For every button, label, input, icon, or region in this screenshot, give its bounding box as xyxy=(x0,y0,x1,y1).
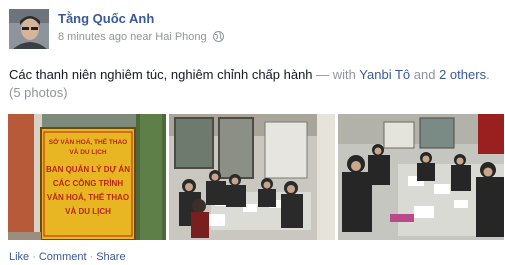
tag-period: . xyxy=(486,67,490,82)
tag-and: and xyxy=(413,67,436,82)
tagged-others-link[interactable]: 2 others xyxy=(439,67,486,82)
photo-count: (5 photos) xyxy=(9,85,68,100)
tagged-friend-link[interactable]: Yanbi Tô xyxy=(359,67,410,82)
sign-line-6: VÀ DU LỊCH xyxy=(65,207,111,216)
comment-link[interactable]: Comment xyxy=(39,251,87,263)
avatar[interactable] xyxy=(9,9,49,49)
author-name[interactable]: Tằng Quốc Anh xyxy=(58,11,154,26)
action-separator: · xyxy=(89,251,94,263)
sign-line-3: BAN QUẢN LÝ DỰ ÁN xyxy=(46,165,130,174)
sign-line-5: VĂN HOÁ, THỂ THAO xyxy=(47,193,129,202)
photo-sign[interactable]: SỞ VĂN HOÁ, THỂ THAO VÀ DU LỊCH BAN QUẢN… xyxy=(8,114,166,240)
photo-meeting-2[interactable] xyxy=(338,114,504,240)
post-meta: 8 minutes ago near Hai Phong xyxy=(58,31,224,45)
like-link[interactable]: Like xyxy=(9,251,29,263)
sign-line-4: CÁC CÔNG TRÌNH xyxy=(53,179,123,188)
feed-post: Tằng Quốc Anh 8 minutes ago near Hai Pho… xyxy=(0,0,505,265)
post-timestamp[interactable]: 8 minutes ago xyxy=(58,31,127,43)
post-text: Các thanh niên nghiêm túc, nghiêm chỉnh … xyxy=(9,66,499,102)
sign-line-2: VÀ DU LỊCH xyxy=(69,147,107,156)
location-prefix: near xyxy=(130,31,153,43)
globe-icon[interactable] xyxy=(212,31,224,45)
post-actions: Like · Comment · Share xyxy=(9,251,126,263)
location-link[interactable]: Hai Phong xyxy=(155,31,206,43)
sign-line-1: SỞ VĂN HOÁ, THỂ THAO xyxy=(49,137,128,146)
photo-meeting-1[interactable] xyxy=(169,114,335,240)
post-message: Các thanh niên nghiêm túc, nghiêm chỉnh … xyxy=(9,67,313,82)
avatar-image xyxy=(9,9,49,49)
photo-grid: SỞ VĂN HOÁ, THỂ THAO VÀ DU LỊCH BAN QUẢN… xyxy=(8,114,504,240)
share-link[interactable]: Share xyxy=(96,251,125,263)
with-separator: — with xyxy=(316,67,356,82)
action-separator: · xyxy=(32,251,36,263)
